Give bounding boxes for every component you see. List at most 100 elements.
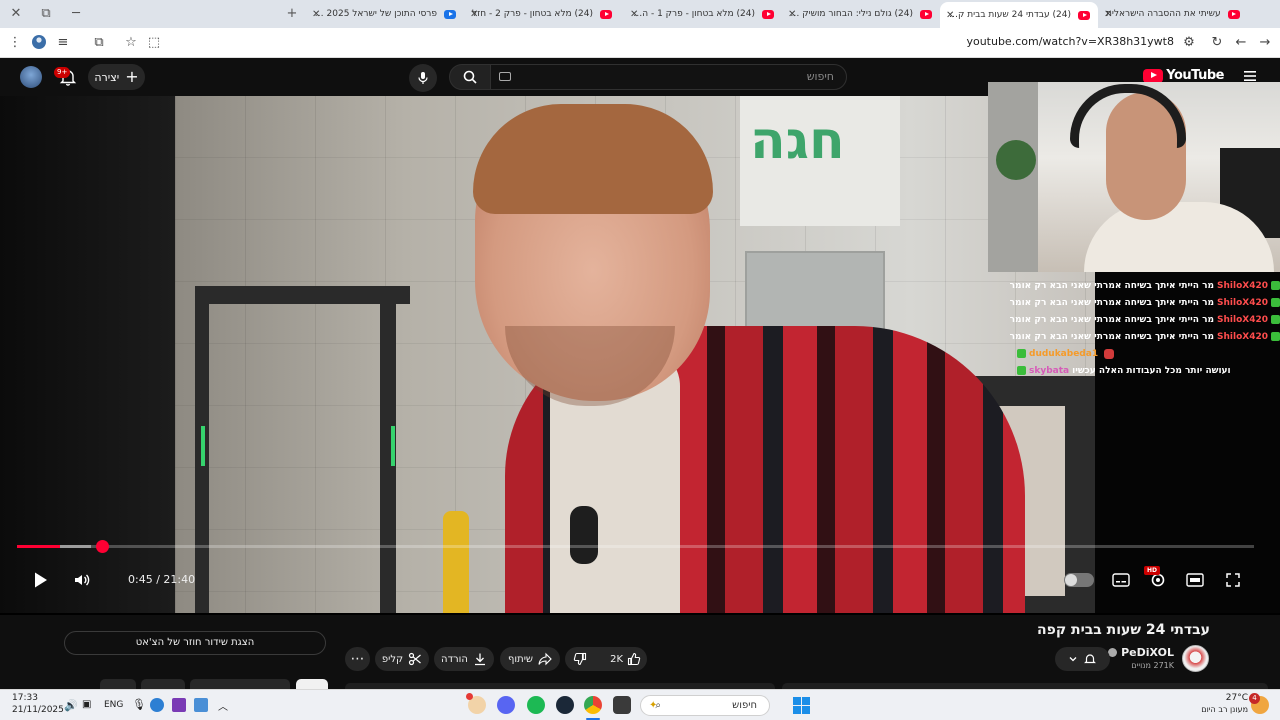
play-icon [35,572,47,588]
profile-icon[interactable] [30,34,48,52]
browser-tab[interactable]: ✕ (24) מלא בטחון - פרק 1 - הכיר [624,3,782,25]
progress-scrubber-handle[interactable] [95,540,109,553]
subscription-bell-button[interactable] [1055,647,1110,671]
related-chip[interactable] [190,679,290,689]
create-button[interactable]: + יצירה [88,64,145,90]
onedrive-icon[interactable] [150,698,164,712]
file-explorer-icon[interactable] [613,696,631,714]
youtube-play-logo-icon [1143,68,1164,83]
tab-close-icon[interactable]: ✕ [630,9,638,20]
video-letterbox-left [0,96,175,613]
chat-line: ShiloX420 מר הייתי איתך בשיחה אמרתי שאני … [1010,329,1280,344]
steam-icon[interactable] [556,696,574,714]
fullscreen-button[interactable] [1217,564,1249,596]
webcam-plant [996,140,1036,180]
user-avatar[interactable] [20,66,42,88]
notifications-badge: 9+ [54,67,71,78]
voice-search-button[interactable] [409,64,437,92]
screenshot-icon[interactable]: ⬚ [145,34,163,52]
microphone-icon[interactable]: 🎙 [132,698,146,711]
hd-badge: HD [1144,566,1161,575]
keyboard-icon[interactable] [499,72,511,81]
window-restore-icon[interactable]: ⧉ [36,4,56,24]
chevron-down-icon [1069,657,1077,662]
back-arrow-icon[interactable]: ← [1232,34,1250,52]
chevron-up-icon[interactable]: ︿ [218,698,228,713]
chat-username: ShiloX420 [1217,314,1268,325]
tab-close-icon[interactable]: ✕ [788,9,796,20]
tab-close-icon[interactable]: ✕ [470,9,478,20]
chat-line: dudukabeda1 [1017,346,1115,361]
taskbar-clock-time[interactable]: 17:33 [12,693,38,703]
youtube-favicon-icon [1227,9,1240,19]
share-arrow-icon [538,652,552,666]
progress-bar[interactable] [17,540,1254,553]
windows-logo-icon [793,706,801,714]
chrome-icon[interactable] [584,696,602,714]
browser-tab[interactable]: ✕ פרסי התוכן של ישראל 2025 | ... [306,3,464,25]
gate-light-left [201,426,205,466]
play-button[interactable] [24,564,56,596]
chat-username: ShiloX420 [1217,280,1268,291]
forward-arrow-icon[interactable]: → [1256,34,1274,52]
window-minimize-icon[interactable]: ─ [66,4,86,24]
related-chip[interactable] [100,679,136,689]
site-settings-icon[interactable]: ⚙ [1180,34,1198,52]
browser-tab[interactable]: ✕ (24) מלא בטחון - פרק 2 - חזל [464,3,624,25]
extensions-icon[interactable]: ⧉ [90,34,108,52]
more-actions-button[interactable]: ⋯ [345,647,370,671]
search-input[interactable]: חיפוש [490,64,847,90]
tab-close-icon[interactable]: ✕ [946,10,954,21]
like-button[interactable]: 2K [610,652,641,666]
channel-avatar[interactable] [1182,645,1209,672]
weather-temperature[interactable]: 27°C [1200,693,1248,703]
search-button[interactable] [449,64,491,90]
chat-message: מר הייתי איתך בשיחה אמרתי שאני הבא רק או… [1009,314,1215,325]
browser-tab[interactable]: ✕ (24) גולם נילי: הבחור מושיק עפי [782,3,940,25]
autoplay-toggle[interactable] [1063,564,1095,596]
dislike-button[interactable] [573,652,587,669]
reading-list-icon[interactable]: ≡ [54,34,72,52]
chat-replay-button[interactable]: הצגת שידור חוזר של הצ'אט [64,631,326,655]
window-close-icon[interactable]: ✕ [6,4,26,24]
related-chip[interactable] [141,679,185,689]
tab-close-icon[interactable]: ✕ [312,9,320,20]
taskbar-clock-date[interactable]: 21/11/2025 [12,705,64,715]
spotify-icon[interactable] [527,696,545,714]
subtitles-button[interactable] [1105,564,1137,596]
onenote-icon[interactable] [172,698,186,712]
share-button[interactable]: שיתוף [500,647,560,671]
browser-tab-active[interactable]: ✕ (24) עבדתי 24 שעות בבית קפה [940,2,1098,28]
taskbar-search-label: חיפוש [732,700,757,711]
windows-start-button[interactable] [793,697,810,714]
url-text[interactable]: youtube.com/watch?v=XR38h31ywt8 [966,35,1174,48]
weather-description[interactable]: מעונן רב היום [1196,705,1248,714]
network-icon[interactable]: ▣ [82,699,91,710]
channel-name[interactable]: PeDiXOL [1108,646,1174,659]
tab-title: (24) מלא בטחון - פרק 1 - הכיר [632,9,755,19]
menu-kebab-icon[interactable]: ⋮ [6,34,24,52]
new-tab-icon[interactable]: + [282,4,302,24]
chat-message: מר הייתי איתך בשיחה אמרתי שאני הבא רק או… [1009,280,1215,291]
discord-icon[interactable] [497,696,515,714]
speaker-icon[interactable]: 🔊 [64,699,78,712]
browser-tab[interactable]: ✕ עשיתי את ההסברה הישראלית [1098,3,1254,25]
video-frame[interactable]: חגה [175,96,1095,613]
tab-close-icon[interactable]: ✕ [1104,9,1112,20]
volume-button[interactable] [66,564,98,596]
youtube-logo[interactable]: YouTube [1143,68,1224,83]
related-chip-active[interactable] [296,679,328,689]
taskbar-search-box[interactable]: חיפוש ⌕ ✦ [640,695,770,716]
language-indicator[interactable]: ENG [104,700,123,710]
download-icon [474,653,485,666]
download-button[interactable]: הורדה [434,647,494,671]
streamer-webcam-overlay [988,82,1280,272]
reload-icon[interactable]: ↻ [1208,34,1226,52]
bookmark-star-icon[interactable]: ☆ [122,34,140,52]
chat-message: ועושה יותר מכל העבודות האלה עכשיו [1072,365,1231,376]
theater-mode-button[interactable] [1179,564,1211,596]
youtube-favicon-icon [762,9,774,19]
clip-button[interactable]: קליפ [375,647,429,671]
chat-username: ShiloX420 [1217,297,1268,308]
app-tray-icon[interactable] [194,698,208,712]
